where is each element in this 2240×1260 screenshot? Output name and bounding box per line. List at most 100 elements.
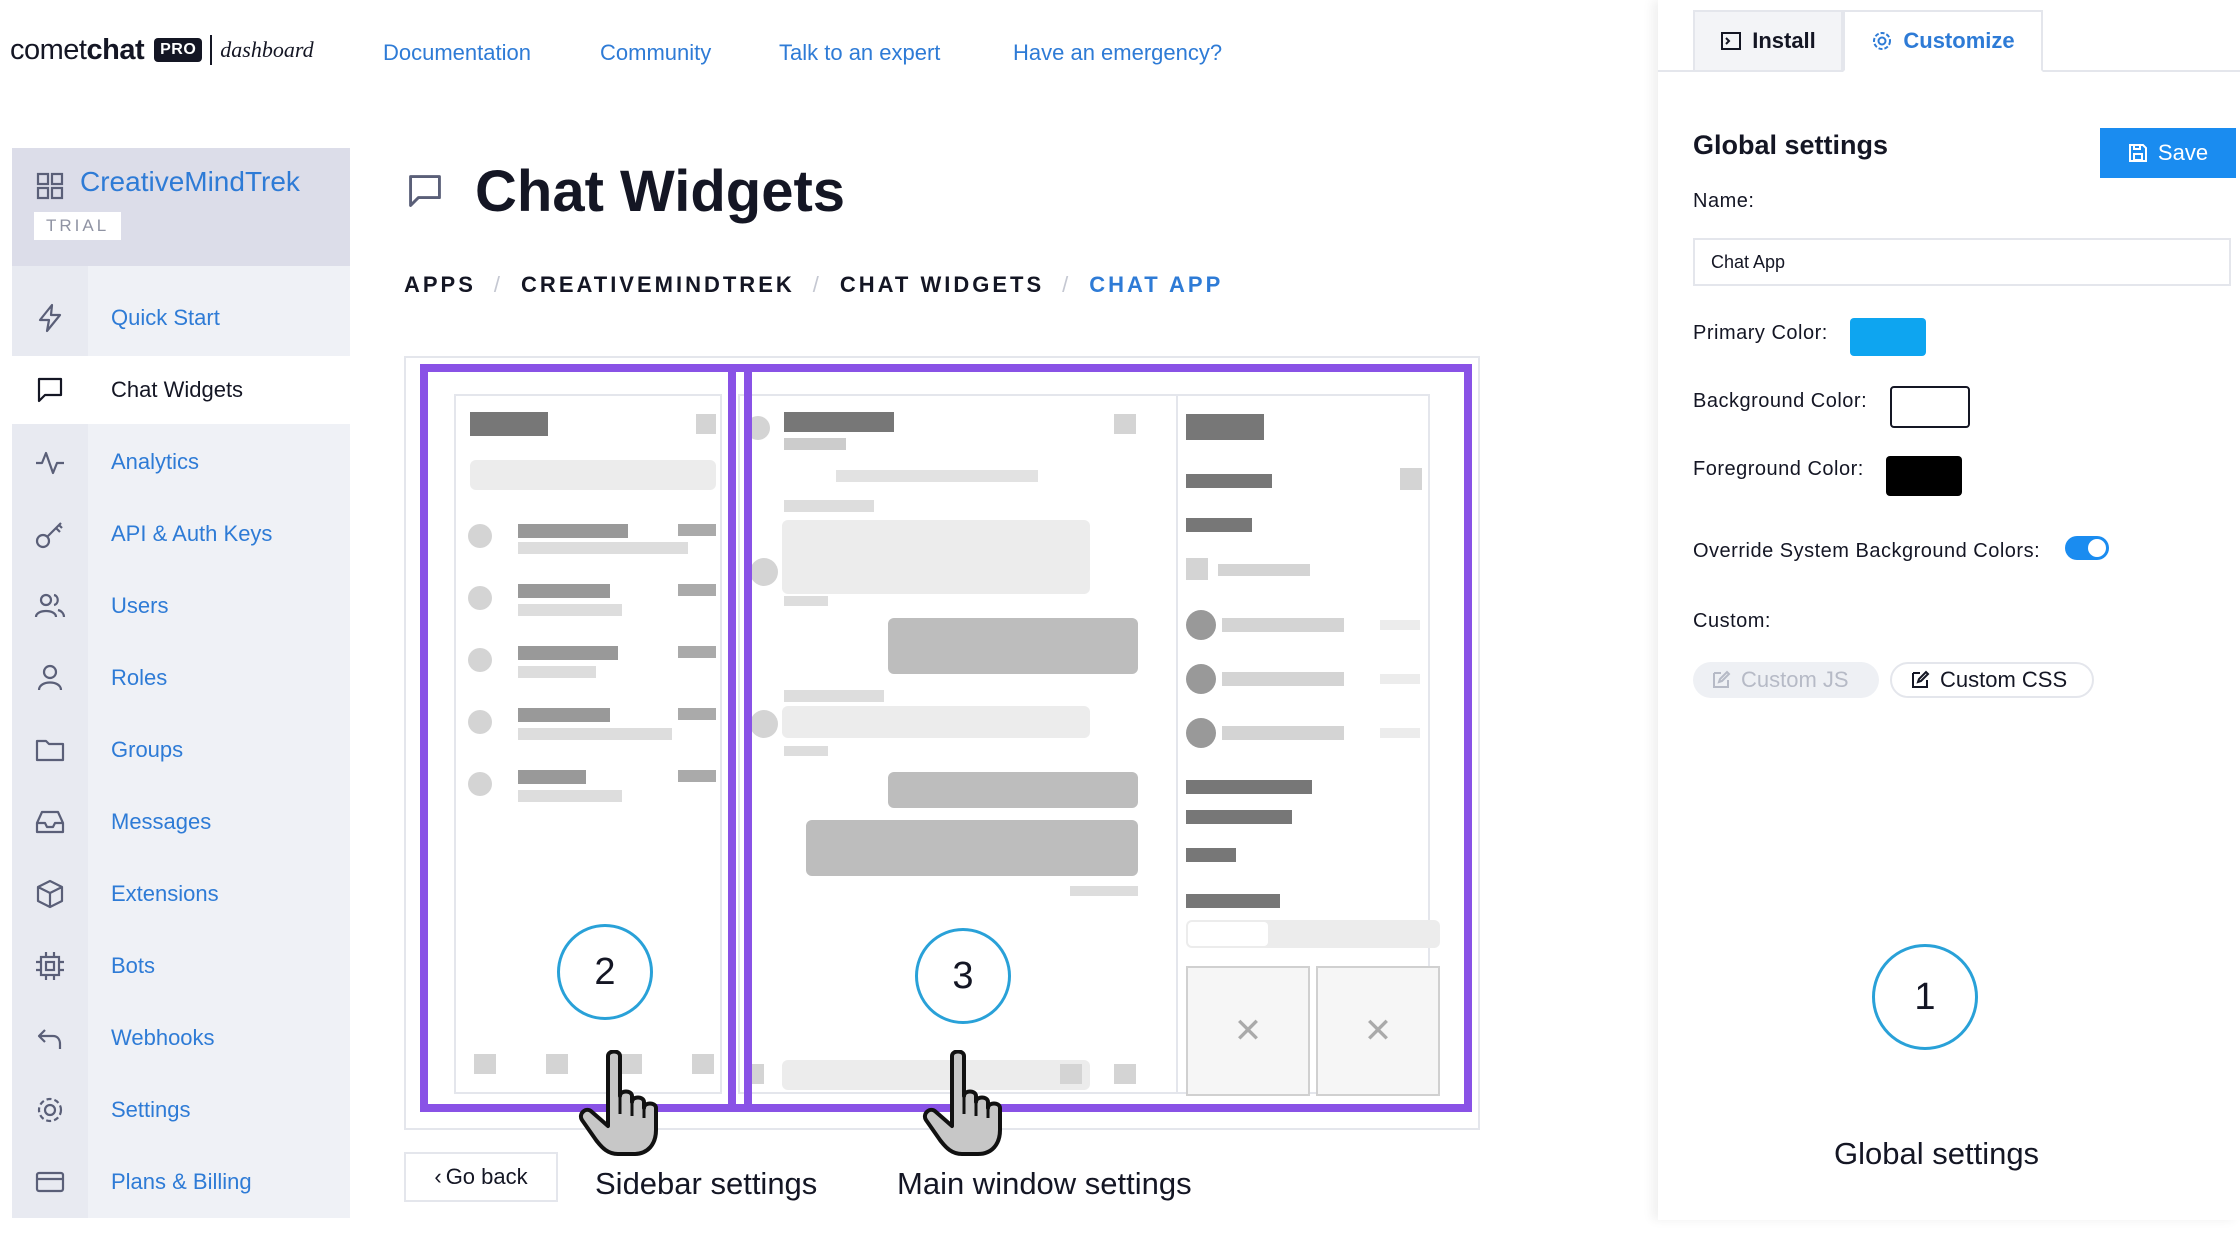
brand-text: cometchat	[10, 33, 145, 66]
sidebar-item-label: Bots	[111, 953, 156, 978]
nav-documentation[interactable]: Documentation	[383, 40, 531, 66]
edit-icon	[1912, 670, 1930, 688]
sidebar-item-label: API & Auth Keys	[111, 521, 273, 546]
sidebar-item-roles[interactable]: Roles	[12, 644, 350, 712]
override-bg-label: Override System Background Colors:	[1693, 540, 2041, 562]
nav-emergency[interactable]: Have an emergency?	[1013, 40, 1222, 66]
name-label: Name:	[1693, 190, 1755, 212]
breadcrumb-apps[interactable]: APPS	[404, 272, 476, 297]
pro-badge: PRO	[154, 38, 203, 62]
save-label: Save	[2157, 140, 2209, 165]
breadcrumb-chat-widgets[interactable]: CHAT WIDGETS	[840, 272, 1044, 297]
sidebar-item-analytics[interactable]: Analytics	[12, 428, 350, 496]
primary-color-swatch[interactable]	[1850, 318, 1926, 356]
tab-install[interactable]: Install	[1693, 10, 1843, 70]
undo-arrow-icon	[37, 1029, 62, 1049]
floppy-disk-icon	[2128, 144, 2147, 162]
tab-install-label: Install	[1752, 28, 1816, 53]
sidebar-item-label: Quick Start	[111, 305, 220, 330]
pointer-hand-icon	[923, 1050, 1002, 1156]
app-grid-icon	[36, 172, 64, 200]
sidebar-item-groups[interactable]: Groups	[12, 716, 350, 784]
user-icon	[37, 664, 63, 691]
name-input[interactable]: Chat App	[1693, 238, 2231, 286]
custom-css-label: Custom CSS	[1940, 667, 2068, 692]
annotation-circle-2: 2	[557, 924, 653, 1020]
customize-panel: Install Customize Global settings Save N…	[1658, 0, 2240, 1220]
gear-icon	[1873, 32, 1892, 50]
sidebar-item-extensions[interactable]: Extensions	[12, 860, 350, 928]
chevron-left-icon: ‹	[434, 1164, 442, 1189]
sidebar-item-plans-billing[interactable]: Plans & Billing	[12, 1148, 350, 1216]
sidebar-item-label: Webhooks	[111, 1025, 215, 1050]
cube-icon	[36, 879, 64, 909]
go-back-label: Go back	[445, 1164, 528, 1189]
sidebar-item-settings[interactable]: Settings	[12, 1076, 350, 1144]
sidebar-item-users[interactable]: Users	[12, 572, 350, 640]
sidebar-item-label: Analytics	[111, 449, 200, 474]
global-settings-caption: Global settings	[1834, 1136, 2040, 1171]
nav-talk-to-expert[interactable]: Talk to an expert	[779, 40, 940, 66]
go-back-button[interactable]: ‹ Go back	[404, 1152, 558, 1202]
sidebar-item-label: Users	[111, 593, 169, 618]
chip-icon	[36, 952, 64, 980]
sidebar-item-label: Extensions	[111, 881, 219, 906]
background-color-label: Background Color:	[1693, 390, 1868, 412]
edit-icon	[1713, 670, 1731, 688]
background-color-swatch[interactable]	[1890, 386, 1970, 428]
global-settings-title: Global settings	[1693, 130, 1889, 160]
primary-color-label: Primary Color:	[1693, 322, 1828, 344]
terminal-icon	[1721, 32, 1742, 50]
foreground-color-label: Foreground Color:	[1693, 458, 1864, 480]
card-icon	[35, 1171, 65, 1193]
sidebar-item-label: Roles	[111, 665, 168, 690]
key-icon	[35, 522, 63, 549]
org-switcher[interactable]: CreativeMindTrek TRIAL	[12, 148, 350, 266]
main-window-settings-caption: Main window settings	[897, 1166, 1192, 1201]
sidebar: CreativeMindTrek TRIAL Quick Start Chat …	[12, 148, 350, 1218]
breadcrumb-current: CHAT APP	[1089, 272, 1224, 297]
sidebar-item-quick-start[interactable]: Quick Start	[12, 284, 350, 352]
gear-icon	[37, 1097, 63, 1123]
chat-bubble-icon	[37, 377, 63, 403]
breadcrumb-app[interactable]: CREATIVEMINDTREK	[521, 272, 795, 297]
cometchat-logo[interactable]: cometchat PRO dashboard	[10, 30, 314, 70]
custom-css-button[interactable]: Custom CSS	[1890, 662, 2094, 698]
sidebar-item-label: Messages	[111, 809, 212, 834]
override-bg-toggle[interactable]	[2065, 536, 2109, 560]
main-window-highlight-box	[728, 364, 1472, 1112]
sidebar-item-messages[interactable]: Messages	[12, 788, 350, 856]
annotation-circle-3: 3	[915, 928, 1011, 1024]
annotation-circle-1: 1	[1872, 944, 1978, 1050]
nav-community[interactable]: Community	[600, 40, 711, 66]
page-title: Chat Widgets	[475, 159, 846, 224]
save-button[interactable]: Save	[2100, 128, 2236, 178]
custom-label: Custom:	[1693, 610, 1771, 632]
sidebar-item-api-keys[interactable]: API & Auth Keys	[12, 500, 350, 568]
tab-customize[interactable]: Customize	[1843, 10, 2043, 72]
foreground-color-swatch[interactable]	[1886, 456, 1962, 496]
tab-customize-label: Customize	[1903, 28, 2015, 53]
chat-widgets-title-icon	[409, 175, 441, 207]
sidebar-item-webhooks[interactable]: Webhooks	[12, 1004, 350, 1072]
dashboard-label: dashboard	[220, 37, 314, 62]
pulse-icon	[36, 451, 64, 475]
sidebar-item-bots[interactable]: Bots	[12, 932, 350, 1000]
lightning-icon	[38, 303, 62, 333]
breadcrumb: APPS / CREATIVEMINDTREK / CHAT WIDGETS / CHAT …	[404, 272, 1224, 297]
custom-js-button[interactable]: Custom JS	[1693, 662, 1879, 698]
users-icon	[34, 593, 66, 618]
sidebar-item-label: Chat Widgets	[111, 377, 244, 402]
logo-divider	[210, 35, 213, 65]
sidebar-item-label: Plans & Billing	[111, 1169, 252, 1194]
folder-icon	[35, 739, 65, 762]
org-name: CreativeMindTrek	[80, 166, 300, 197]
sidebar-item-label: Settings	[111, 1097, 191, 1122]
sidebar-item-label: Groups	[111, 737, 184, 762]
custom-js-label: Custom JS	[1741, 667, 1849, 692]
sidebar-item-chat-widgets[interactable]: Chat Widgets	[12, 356, 350, 424]
pointer-hand-icon	[579, 1050, 658, 1156]
sidebar-settings-caption: Sidebar settings	[595, 1166, 818, 1201]
inbox-icon	[35, 810, 65, 834]
trial-badge: TRIAL	[34, 212, 122, 240]
